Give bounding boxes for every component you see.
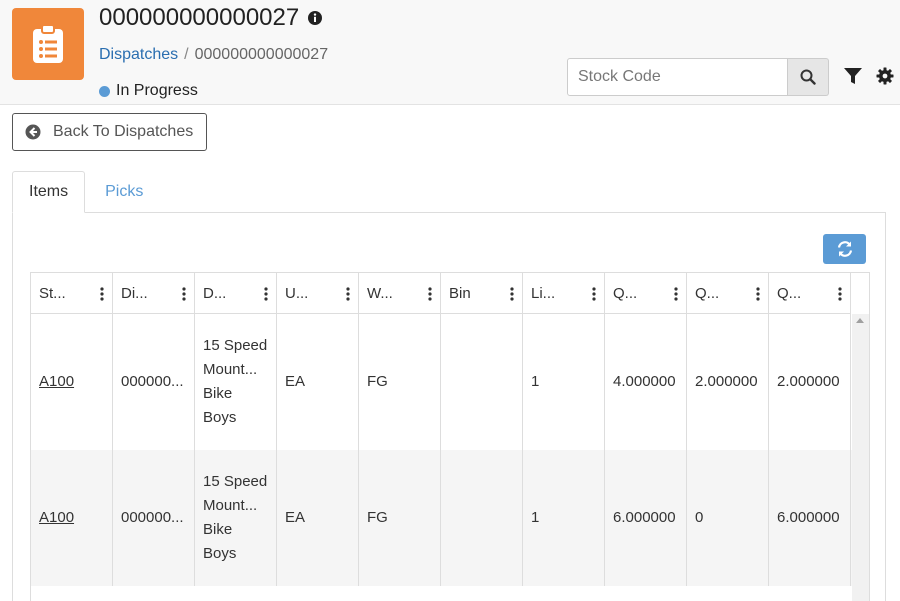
- column-header[interactable]: Li...: [523, 273, 605, 314]
- page-header: 000000000000027 Dispatches / 0000000000000…: [0, 0, 900, 105]
- table-cell: FG: [359, 450, 441, 586]
- column-header-label: St...: [39, 285, 66, 302]
- table-cell: [441, 314, 523, 450]
- column-header[interactable]: D...: [195, 273, 277, 314]
- breadcrumb-current: 000000000000027: [194, 46, 329, 63]
- items-panel: St... Di... D... U... W... Bin Li... Q..…: [12, 212, 886, 601]
- tab-picks[interactable]: Picks: [85, 171, 159, 213]
- table-cell: A100: [31, 314, 113, 450]
- grid-header: St... Di... D... U... W... Bin Li... Q..…: [31, 273, 869, 314]
- header-filler: [851, 273, 869, 314]
- kebab-icon[interactable]: [100, 286, 104, 301]
- kebab-icon[interactable]: [182, 286, 186, 301]
- refresh-button[interactable]: [823, 234, 866, 264]
- breadcrumb-separator: /: [184, 46, 189, 63]
- column-header-label: U...: [285, 285, 309, 302]
- column-header[interactable]: W...: [359, 273, 441, 314]
- table-row[interactable]: A100 000000... 15 Speed Mount... Bike Bo…: [31, 450, 869, 586]
- column-header[interactable]: Q...: [605, 273, 687, 314]
- column-header-label: Bin: [449, 285, 471, 302]
- kebab-icon[interactable]: [592, 286, 596, 301]
- column-header-label: Q...: [613, 285, 638, 302]
- status-indicator: In Progress: [99, 82, 198, 100]
- search-icon: [800, 69, 816, 85]
- table-cell: [441, 450, 523, 586]
- tab-items[interactable]: Items: [12, 171, 86, 213]
- column-header-label: Q...: [777, 285, 802, 302]
- column-header-label: W...: [367, 285, 393, 302]
- refresh-icon: [837, 241, 852, 257]
- table-cell: 6.000000: [605, 450, 687, 586]
- page-title: 000000000000027: [99, 4, 300, 31]
- kebab-icon[interactable]: [510, 286, 514, 301]
- stock-code-link[interactable]: A100: [39, 506, 74, 530]
- tab-bar: Items Picks: [12, 171, 159, 213]
- search-group: [567, 58, 829, 96]
- back-button-label: Back To Dispatches: [53, 123, 194, 140]
- kebab-icon[interactable]: [428, 286, 432, 301]
- back-to-dispatches-button[interactable]: Back To Dispatches: [12, 113, 207, 151]
- gear-icon[interactable]: [876, 67, 894, 85]
- table-cell: 000000...: [113, 314, 195, 450]
- table-cell: 15 Speed Mount... Bike Boys: [195, 450, 277, 586]
- status-dot-icon: [99, 85, 110, 97]
- column-header[interactable]: Q...: [687, 273, 769, 314]
- table-row[interactable]: A100 000000... 15 Speed Mount... Bike Bo…: [31, 314, 869, 450]
- table-cell: 2.000000: [687, 314, 769, 450]
- column-header[interactable]: St...: [31, 273, 113, 314]
- table-cell: A100: [31, 450, 113, 586]
- table-cell: 4.000000: [605, 314, 687, 450]
- column-header-label: Di...: [121, 285, 148, 302]
- column-header[interactable]: Di...: [113, 273, 195, 314]
- scroll-up-arrow-icon[interactable]: [856, 318, 864, 323]
- kebab-icon[interactable]: [674, 286, 678, 301]
- table-cell: 2.000000: [769, 314, 851, 450]
- stock-code-link[interactable]: A100: [39, 370, 74, 394]
- table-cell: 6.000000: [769, 450, 851, 586]
- table-cell: EA: [277, 314, 359, 450]
- stock-code-search-input[interactable]: [567, 58, 788, 96]
- arrow-left-circle-icon: [25, 124, 41, 140]
- breadcrumb: Dispatches / 000000000000027: [99, 46, 328, 64]
- table-cell: EA: [277, 450, 359, 586]
- kebab-icon[interactable]: [756, 286, 760, 301]
- column-header-label: Q...: [695, 285, 720, 302]
- kebab-icon[interactable]: [838, 286, 842, 301]
- table-cell: 0: [687, 450, 769, 586]
- filter-icon[interactable]: [843, 67, 863, 85]
- table-cell: 15 Speed Mount... Bike Boys: [195, 314, 277, 450]
- column-header[interactable]: Q...: [769, 273, 851, 314]
- column-header-label: Li...: [531, 285, 556, 302]
- items-grid: St... Di... D... U... W... Bin Li... Q..…: [30, 272, 870, 601]
- status-label: In Progress: [116, 82, 198, 99]
- table-cell: 000000...: [113, 450, 195, 586]
- search-button[interactable]: [788, 58, 829, 96]
- table-cell: 1: [523, 450, 605, 586]
- clipboard-list-icon: [12, 8, 84, 80]
- column-header[interactable]: Bin: [441, 273, 523, 314]
- column-header[interactable]: U...: [277, 273, 359, 314]
- table-cell: FG: [359, 314, 441, 450]
- breadcrumb-dispatches-link[interactable]: Dispatches: [99, 46, 178, 63]
- info-icon[interactable]: [307, 10, 323, 26]
- table-cell: 1: [523, 314, 605, 450]
- kebab-icon[interactable]: [264, 286, 268, 301]
- column-header-label: D...: [203, 285, 227, 302]
- kebab-icon[interactable]: [346, 286, 350, 301]
- vertical-scrollbar[interactable]: [852, 314, 869, 601]
